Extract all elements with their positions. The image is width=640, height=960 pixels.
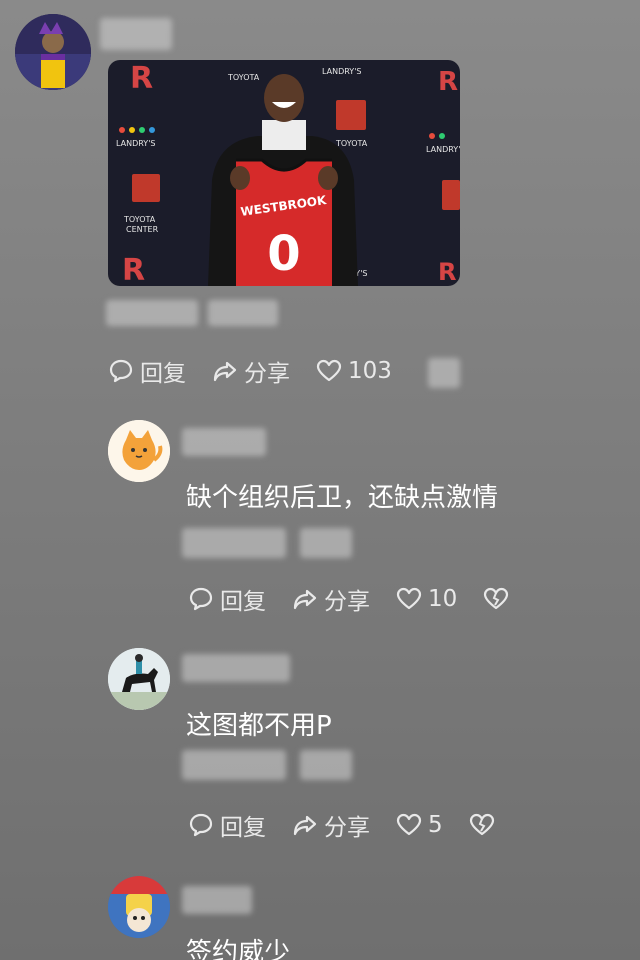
dislike-redacted [428,358,460,388]
post-meta-redacted [106,300,198,326]
share-label: 分享 [324,589,370,615]
reply-button[interactable]: 回复 [188,582,266,616]
heart-icon [396,587,422,610]
broken-heart-icon [484,587,509,610]
post-action-bar: 回复 分享 103 [108,354,418,388]
share-button[interactable]: 分享 [292,582,370,616]
comment-text: 这图都不用P [186,711,332,741]
reply-label: 回复 [140,361,186,387]
like-count: 103 [348,358,392,384]
comment-meta-redacted [182,528,286,558]
post-author-name-redacted [100,18,172,50]
share-icon [213,361,237,382]
reply-label: 回复 [220,815,266,841]
commenter-avatar[interactable] [108,420,170,482]
share-icon [293,815,317,836]
comment-icon [109,359,133,383]
backdrop-brand: LANDRY'S [322,67,361,76]
backdrop-brand: LANDRY'S [116,139,155,148]
reply-button[interactable]: 回复 [188,808,266,842]
svg-text:R: R [438,67,458,97]
like-count: 5 [428,812,443,838]
heart-icon [396,813,422,836]
comment-text: 签约威少 [186,938,291,960]
backdrop-brand: TOYOTA [335,139,368,148]
dislike-button[interactable] [483,586,515,612]
comment-meta-redacted-2 [300,750,352,780]
commenter-name-redacted [182,886,252,914]
backdrop-brand: CENTER [126,225,159,234]
backdrop-brand: TOYOTA [227,73,260,82]
reply-label: 回复 [220,589,266,615]
post-author-avatar[interactable] [15,14,91,90]
comment-icon [189,813,213,837]
heart-icon [316,359,342,382]
post-meta-redacted-2 [208,300,278,326]
comment-action-bar: 回复 分享 5 [188,808,527,842]
share-button[interactable]: 分享 [292,808,370,842]
like-button[interactable]: 5 [396,812,443,838]
like-button[interactable]: 10 [396,586,457,612]
share-button[interactable]: 分享 [212,354,290,388]
commenter-avatar[interactable] [108,876,170,938]
comment-text: 缺个组织后卫，还缺点激情 [186,483,499,513]
share-label: 分享 [324,815,370,841]
share-icon [293,589,317,610]
broken-heart-icon [469,813,494,836]
commenter-name-redacted [182,654,290,682]
backdrop-brand: LANDRY'S [426,145,460,154]
share-label: 分享 [244,361,290,387]
comment-icon [189,587,213,611]
like-count: 10 [428,586,458,612]
svg-text:R: R [130,61,153,96]
dislike-button[interactable] [469,812,501,838]
like-button[interactable]: 103 [316,358,392,384]
backdrop-brand: TOYOTA [123,215,156,224]
svg-text:R: R [438,258,456,286]
commenter-name-redacted [182,428,266,456]
post-image[interactable]: R R R R TOYOTA TOYOTA CENTER TOYOTA LAND… [108,60,460,286]
commenter-avatar[interactable] [108,648,170,710]
comment-action-bar: 回复 分享 10 [188,582,541,616]
svg-text:R: R [122,253,145,286]
comment-meta-redacted-2 [300,528,352,558]
comment-meta-redacted [182,750,286,780]
jersey-number: 0 [267,226,300,282]
reply-button[interactable]: 回复 [108,354,186,388]
